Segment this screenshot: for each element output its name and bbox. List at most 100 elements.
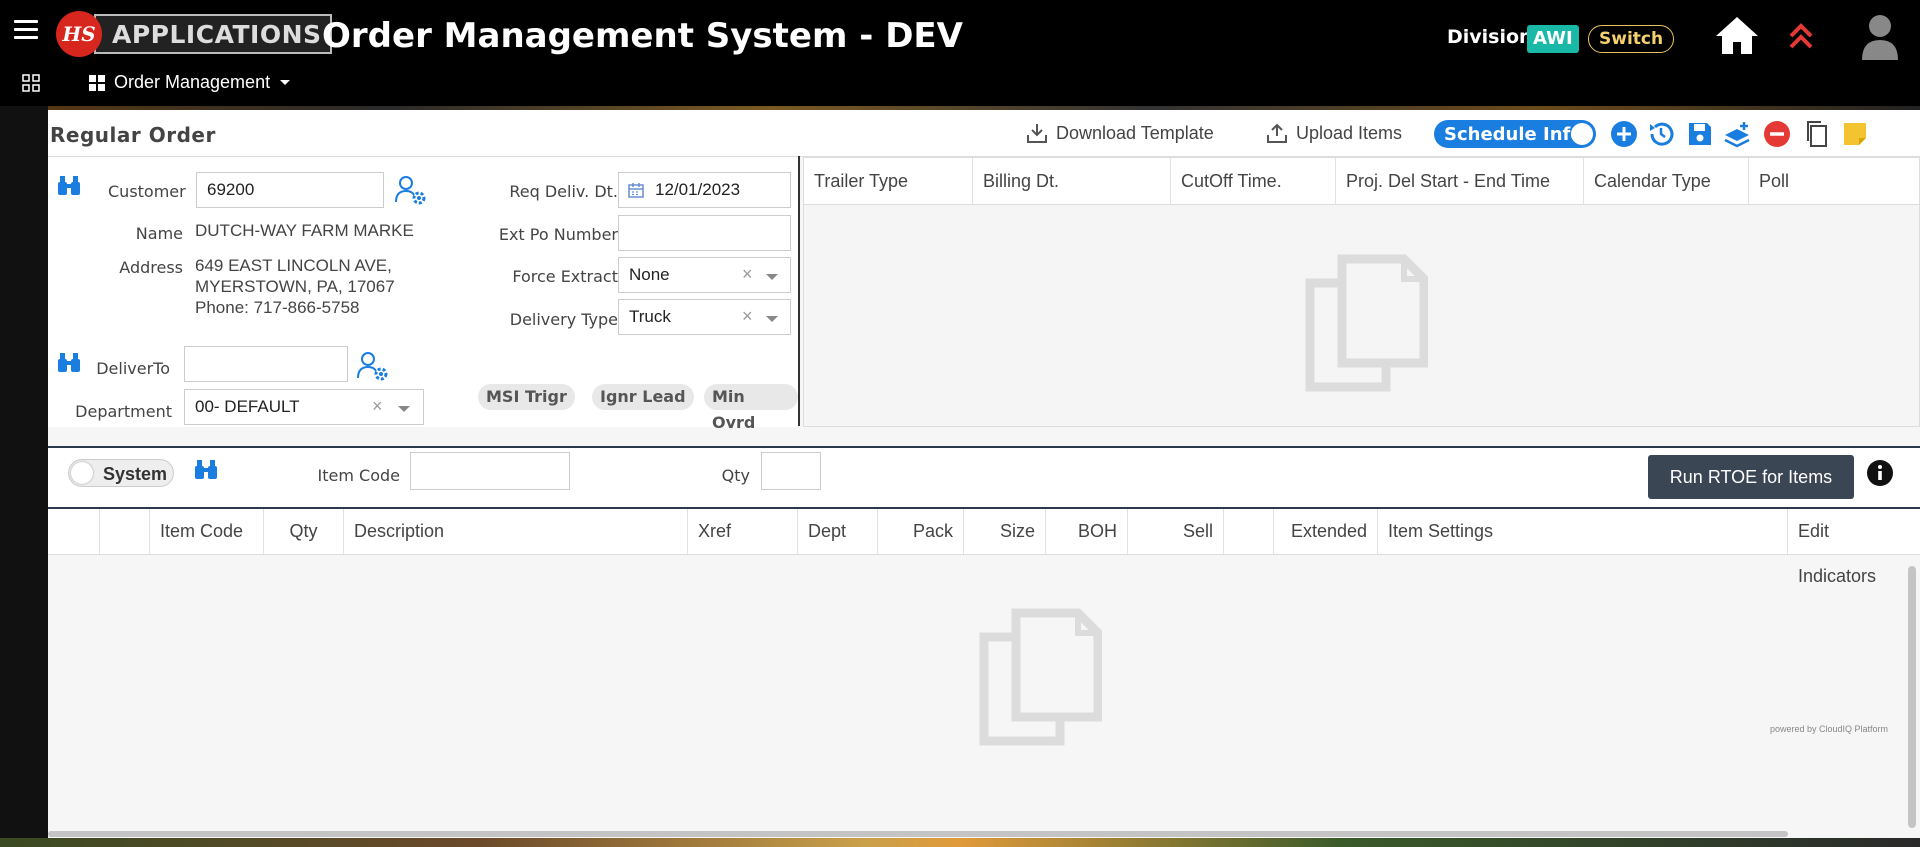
save-icon[interactable]	[1685, 119, 1715, 149]
history-icon[interactable]	[1646, 119, 1676, 149]
select-column-header[interactable]	[48, 509, 100, 554]
logo-mark: HS	[56, 11, 102, 57]
powered-by-text: powered by CloudIQ Platform	[1770, 724, 1889, 734]
spacer-column-header	[1224, 509, 1274, 554]
customer-input[interactable]: 69200	[196, 172, 384, 208]
top-header: HS APPLICATIONS Order Management System …	[0, 0, 1920, 106]
department-label: Department	[75, 402, 172, 421]
division-label: Division	[1447, 26, 1533, 48]
chevron-down-icon[interactable]	[766, 316, 778, 322]
column-header[interactable]: Proj. Del Start - End Time	[1336, 158, 1584, 204]
chevron-down-icon	[280, 80, 291, 85]
msi-trigr-pill[interactable]: MSI Trigr	[478, 384, 575, 410]
column-header[interactable]: Poll	[1749, 158, 1920, 204]
switch-division-button[interactable]: Switch	[1588, 25, 1675, 53]
left-gutter	[0, 106, 48, 847]
order-form: Customer 69200 Name DUTCH-WAY FARM MARKE…	[48, 157, 798, 432]
column-header[interactable]: Trailer Type	[804, 158, 973, 204]
address-line-1: 649 EAST LINCOLN AVE,	[195, 256, 392, 275]
banner-image-strip-bottom	[0, 838, 1920, 847]
main-panel: Regular Order Download Template Upload I…	[48, 110, 1920, 838]
schedule-info-label: Schedule Info	[1444, 123, 1583, 145]
schedule-grid-header: Trailer Type Billing Dt. CutOff Time. Pr…	[804, 158, 1919, 205]
chevron-down-icon[interactable]	[398, 406, 410, 412]
home-icon[interactable]	[1714, 14, 1760, 56]
item-search-binoculars-icon[interactable]	[194, 459, 218, 481]
chevron-down-icon[interactable]	[766, 274, 778, 280]
order-toolbar: Regular Order Download Template Upload I…	[48, 110, 1920, 157]
department-select[interactable]: 00- DEFAULT	[184, 389, 424, 425]
vertical-scrollbar[interactable]	[1908, 566, 1916, 828]
column-header[interactable]: Extended	[1274, 509, 1378, 554]
address-line-2: MYERSTOWN, PA, 17067	[195, 277, 395, 296]
app-title: Order Management System - DEV	[322, 16, 963, 56]
upload-items-button[interactable]: Upload Items	[1266, 122, 1402, 144]
name-label: Name	[135, 224, 183, 243]
department-value: 00- DEFAULT	[195, 397, 300, 416]
user-avatar-icon[interactable]	[1860, 12, 1900, 60]
clear-icon[interactable]: ×	[742, 264, 753, 285]
clear-icon[interactable]: ×	[742, 306, 753, 327]
sticky-note-icon[interactable]	[1840, 119, 1870, 149]
deliverto-user-settings-icon[interactable]	[356, 350, 390, 382]
column-header[interactable]: CutOff Time.	[1171, 158, 1336, 204]
req-deliv-date-value: 12/01/2023	[655, 180, 741, 199]
qty-input[interactable]	[761, 452, 821, 490]
remove-circle-icon[interactable]	[1762, 119, 1792, 149]
column-header[interactable]: Item Code	[150, 509, 264, 554]
toggle-knob	[1571, 123, 1593, 145]
req-deliv-label: Req Deliv. Dt.	[509, 182, 618, 201]
copy-icon[interactable]	[1802, 119, 1832, 149]
download-template-label: Download Template	[1056, 122, 1214, 143]
item-entry-bar: System Item Code Qty Run RTOE for Items	[48, 448, 1920, 507]
column-header[interactable]: BOH	[1046, 509, 1128, 554]
item-code-label: Item Code	[317, 466, 400, 485]
column-header[interactable]: Sell	[1128, 509, 1224, 554]
address-phone: Phone: 717-866-5758	[195, 298, 360, 317]
module-menu-label: Order Management	[114, 72, 271, 92]
column-header[interactable]: Calendar Type	[1584, 158, 1749, 204]
layers-add-icon[interactable]	[1722, 119, 1752, 149]
delivery-type-value: Truck	[629, 307, 671, 326]
action-column-header[interactable]	[100, 509, 150, 554]
deliverto-input[interactable]	[184, 346, 348, 382]
horizontal-scrollbar[interactable]	[48, 831, 1788, 837]
info-icon[interactable]	[1866, 459, 1894, 487]
delivery-type-label: Delivery Type	[509, 310, 618, 329]
customer-label: Customer	[108, 182, 186, 201]
item-code-input[interactable]	[410, 452, 570, 490]
column-header[interactable]: Size	[964, 509, 1046, 554]
column-header[interactable]: Xref	[688, 509, 798, 554]
force-extract-label: Force Extract	[512, 267, 618, 286]
schedule-grid: Trailer Type Billing Dt. CutOff Time. Pr…	[803, 157, 1920, 427]
system-toggle[interactable]: System	[68, 459, 174, 487]
hamburger-menu-icon[interactable]	[14, 20, 38, 40]
ext-po-input[interactable]	[618, 215, 791, 251]
panel-divider	[798, 156, 800, 426]
clear-icon[interactable]: ×	[372, 396, 383, 417]
calendar-icon[interactable]	[628, 182, 644, 198]
module-menu-dropdown[interactable]: Order Management	[88, 72, 291, 93]
collapse-up-icon[interactable]	[1786, 22, 1816, 52]
add-circle-icon[interactable]	[1609, 119, 1639, 149]
dashboard-icon	[89, 74, 105, 91]
system-toggle-label: System	[103, 464, 168, 484]
ext-po-label: Ext Po Number	[498, 225, 618, 244]
column-header[interactable]: Description	[344, 509, 688, 554]
deliverto-binoculars-icon[interactable]	[57, 352, 81, 374]
apps-grid-icon[interactable]	[22, 74, 40, 92]
column-header[interactable]: Pack	[878, 509, 964, 554]
column-header[interactable]: Edit Indicators	[1788, 509, 1920, 586]
run-rtoe-button[interactable]: Run RTOE for Items	[1648, 455, 1854, 499]
schedule-info-toggle[interactable]: Schedule Info	[1434, 120, 1596, 148]
column-header[interactable]: Qty	[264, 509, 344, 554]
ignr-lead-pill[interactable]: Ignr Lead	[592, 384, 694, 410]
column-header[interactable]: Billing Dt.	[973, 158, 1171, 204]
column-header[interactable]: Item Settings	[1378, 509, 1788, 554]
division-badge: AWI	[1527, 25, 1579, 53]
min-ovrd-pill[interactable]: Min Ovrd	[704, 384, 798, 432]
user-settings-icon[interactable]	[394, 174, 428, 206]
download-template-button[interactable]: Download Template	[1026, 122, 1214, 144]
column-header[interactable]: Dept	[798, 509, 878, 554]
binoculars-icon[interactable]	[57, 175, 81, 197]
